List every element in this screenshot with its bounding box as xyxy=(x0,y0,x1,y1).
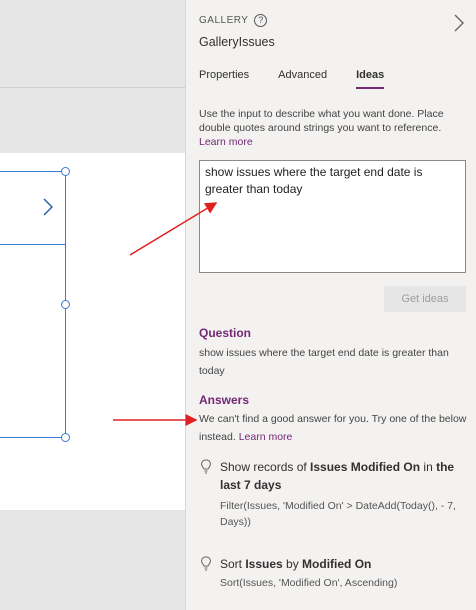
resize-handle-bottom-right[interactable] xyxy=(61,433,70,442)
suggestion-formula: Filter(Issues, 'Modified On' > DateAdd(T… xyxy=(220,500,456,528)
suggestion-title[interactable]: Sort Issues by Modified On xyxy=(220,555,470,573)
lightbulb-icon xyxy=(201,556,211,572)
ideas-description: Use the input to describe what you want … xyxy=(199,107,467,149)
suggestion-title-mid: in xyxy=(420,460,437,474)
suggestion-title-bold1: Issues Modified On xyxy=(310,460,421,474)
question-text: show issues where the target end date is… xyxy=(199,347,449,377)
help-circle-icon[interactable]: ? xyxy=(254,14,268,27)
question-title: Question xyxy=(199,326,252,340)
tab-ideas[interactable]: Ideas xyxy=(356,69,385,89)
resize-handle-top-right[interactable] xyxy=(61,167,70,176)
suggestion-title-bold1: Issues xyxy=(245,557,283,571)
gallery-chevron-icon[interactable] xyxy=(43,198,54,220)
answers-learn-more-link[interactable]: Learn more xyxy=(239,431,293,443)
learn-more-link[interactable]: Learn more xyxy=(199,136,253,148)
tab-advanced[interactable]: Advanced xyxy=(278,69,327,89)
tab-properties[interactable]: Properties xyxy=(199,69,249,89)
get-ideas-button[interactable]: Get ideas xyxy=(384,286,466,312)
suggestion-title-pre: Sort xyxy=(220,557,246,571)
answers-title: Answers xyxy=(199,393,250,407)
chevron-right-icon[interactable] xyxy=(454,14,464,36)
ideas-input[interactable]: show issues where the target end date is… xyxy=(199,160,466,273)
control-type-label: GALLERY ? xyxy=(199,14,275,27)
control-type-text: GALLERY xyxy=(199,15,249,26)
gallery-row-divider xyxy=(0,244,66,245)
answers-text: We can't find a good answer for you. Try… xyxy=(199,410,467,446)
suggestion-title[interactable]: Show records of Issues Modified On in th… xyxy=(220,458,470,494)
canvas-area xyxy=(0,0,185,610)
description-text: Use the input to describe what you want … xyxy=(199,108,444,134)
gallery-selection-frame[interactable] xyxy=(0,171,66,438)
suggestion-title-pre: Show records of xyxy=(220,460,311,474)
suggestion-item[interactable]: Show records of Issues Modified On in th… xyxy=(199,458,467,548)
suggestion-item[interactable]: Sort Issues by Modified On Sort(Issues, … xyxy=(199,555,467,595)
panel-header: GALLERY ? GalleryIssues xyxy=(199,14,275,49)
properties-panel: GALLERY ? GalleryIssues Properties Advan… xyxy=(185,0,476,610)
lightbulb-icon xyxy=(201,459,211,475)
control-name: GalleryIssues xyxy=(199,35,275,49)
canvas-divider xyxy=(0,87,185,88)
resize-handle-right[interactable] xyxy=(61,300,70,309)
suggestion-title-mid: by xyxy=(282,557,303,571)
suggestion-formula: Sort(Issues, 'Modified On', Ascending) xyxy=(220,577,398,589)
panel-tabs: Properties Advanced Ideas xyxy=(199,69,413,89)
suggestion-title-bold2: Modified On xyxy=(302,557,372,571)
